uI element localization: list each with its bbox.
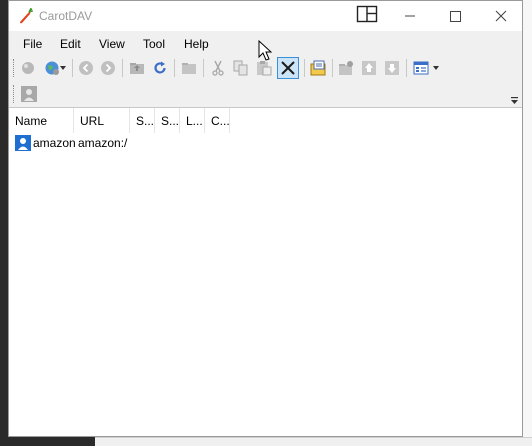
chevron-down-icon [60,66,66,70]
chevron-down-icon [433,66,439,70]
menu-file[interactable]: File [23,37,42,51]
maximize-button[interactable] [440,5,470,27]
toolbar-grip[interactable] [13,85,16,103]
column-header-last[interactable]: L... [180,108,205,133]
disconnect-icon [22,62,34,74]
folder-plus-icon [339,61,353,75]
file-list: Name URL S... S... L... C... amazon amaz… [9,108,522,436]
favorites-toolbar [9,81,522,108]
minimize-button[interactable] [395,5,425,27]
forward-button[interactable] [98,58,118,78]
menu-edit[interactable]: Edit [60,37,81,51]
favorite-button[interactable] [19,84,39,104]
list-item-url: amazon:/ [78,136,128,150]
carotdav-window: CarotDAV File Edit View Tool Help Name U… [8,0,523,437]
column-header-url[interactable]: URL [74,108,130,133]
properties-icon [310,60,326,76]
toolbar-separator [72,59,73,77]
close-button[interactable] [486,5,516,27]
toolbar-overflow-icon[interactable] [510,96,519,105]
user-icon [21,86,37,102]
back-button[interactable] [76,58,96,78]
list-item[interactable]: amazon amazon:/ [13,134,213,152]
globe-icon [45,61,59,75]
background-window-edge [523,0,532,445]
properties-button[interactable] [308,58,328,78]
mouse-cursor-icon [258,40,273,61]
toolbar-separator [304,59,305,77]
toolbar-separator [122,59,123,77]
new-folder-alt-button[interactable] [336,58,356,78]
folder-icon [182,63,196,74]
connect-dropdown-button[interactable] [41,58,69,78]
carrot-icon [20,8,33,24]
menu-help[interactable]: Help [184,37,209,51]
delete-x-icon [281,61,295,75]
menu-view[interactable]: View [99,37,125,51]
disconnect-button[interactable] [18,58,38,78]
toolbar-separator [332,59,333,77]
menu-tool[interactable]: Tool [143,37,165,51]
refresh-button[interactable] [150,58,170,78]
cut-button[interactable] [208,58,228,78]
delete-button[interactable] [277,57,299,79]
copy-button[interactable] [231,58,251,78]
toolbar-separator [406,59,407,77]
toolbar-separator [203,59,204,77]
paste-icon [257,61,272,76]
column-header-name[interactable]: Name [9,108,74,133]
forward-arrow-icon [101,61,115,75]
view-mode-dropdown-button[interactable] [411,58,441,78]
list-item-name: amazon [33,136,76,150]
view-details-icon [413,61,429,75]
window-title: CarotDAV [39,9,93,23]
parent-folder-button[interactable] [127,58,147,78]
refresh-icon [154,61,166,74]
title-bar: CarotDAV [9,1,522,31]
connection-icon [15,135,31,151]
scissors-icon [212,60,224,76]
upload-button[interactable] [359,58,379,78]
download-button[interactable] [382,58,402,78]
column-header-created[interactable]: C... [205,108,230,133]
toolbar-grip[interactable] [13,59,16,77]
folder-up-icon [130,63,144,74]
column-header-size[interactable]: S... [130,108,155,133]
new-folder-button[interactable] [179,58,199,78]
toolbar-separator [174,59,175,77]
upload-arrow-icon [362,61,376,75]
download-arrow-icon [385,61,399,75]
copy-icon [233,60,248,76]
column-header-s2[interactable]: S... [155,108,180,133]
back-arrow-icon [79,61,93,75]
snap-layout-icon[interactable] [356,5,378,23]
